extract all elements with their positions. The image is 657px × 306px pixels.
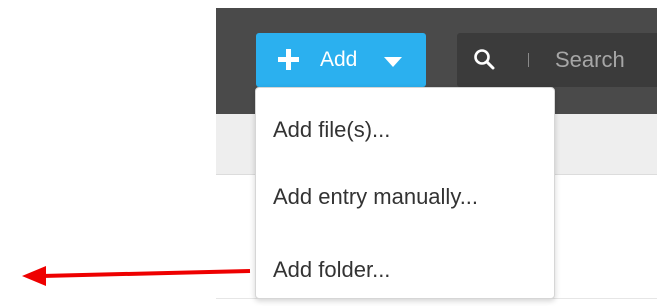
- menu-item-add-entry-manually[interactable]: Add entry manually...: [273, 184, 478, 210]
- search-separator: [528, 53, 529, 67]
- search-icon: [474, 49, 495, 70]
- caret-down-icon: [384, 57, 402, 67]
- add-button[interactable]: Add: [256, 33, 426, 87]
- menu-item-add-files[interactable]: Add file(s)...: [273, 117, 390, 143]
- app-view: Add Search Add file(s)... Add entry manu…: [0, 0, 657, 306]
- plus-icon: [278, 49, 299, 70]
- add-button-label: Add: [320, 48, 358, 71]
- menu-item-add-folder[interactable]: Add folder...: [273, 257, 390, 283]
- search-placeholder: Search: [555, 47, 625, 72]
- search-input[interactable]: Search: [457, 33, 657, 87]
- add-dropdown-menu: Add file(s)... Add entry manually... Add…: [255, 87, 555, 299]
